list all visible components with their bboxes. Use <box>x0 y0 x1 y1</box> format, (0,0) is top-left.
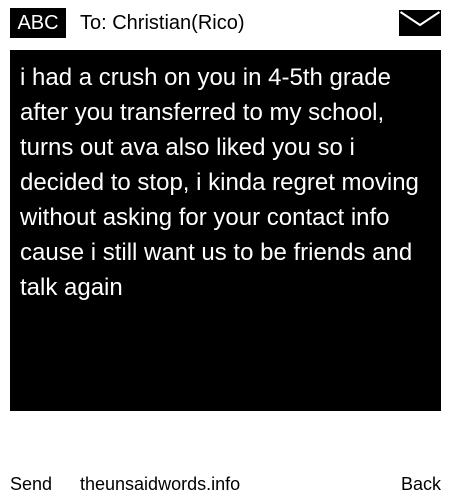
back-button[interactable]: Back <box>401 470 441 498</box>
send-button[interactable]: Send <box>10 470 52 498</box>
message-body[interactable]: i had a crush on you in 4-5th grade afte… <box>10 50 441 411</box>
header-bar: ABC To: Christian(Rico) <box>0 0 450 50</box>
softkey-bar: Send theunsaidwords.info Back <box>0 470 450 498</box>
recipient-label: To: Christian(Rico) <box>80 12 245 34</box>
envelope-icon <box>399 10 441 36</box>
input-mode-badge[interactable]: ABC <box>10 8 66 38</box>
site-credit-label: theunsaidwords.info <box>80 474 241 494</box>
